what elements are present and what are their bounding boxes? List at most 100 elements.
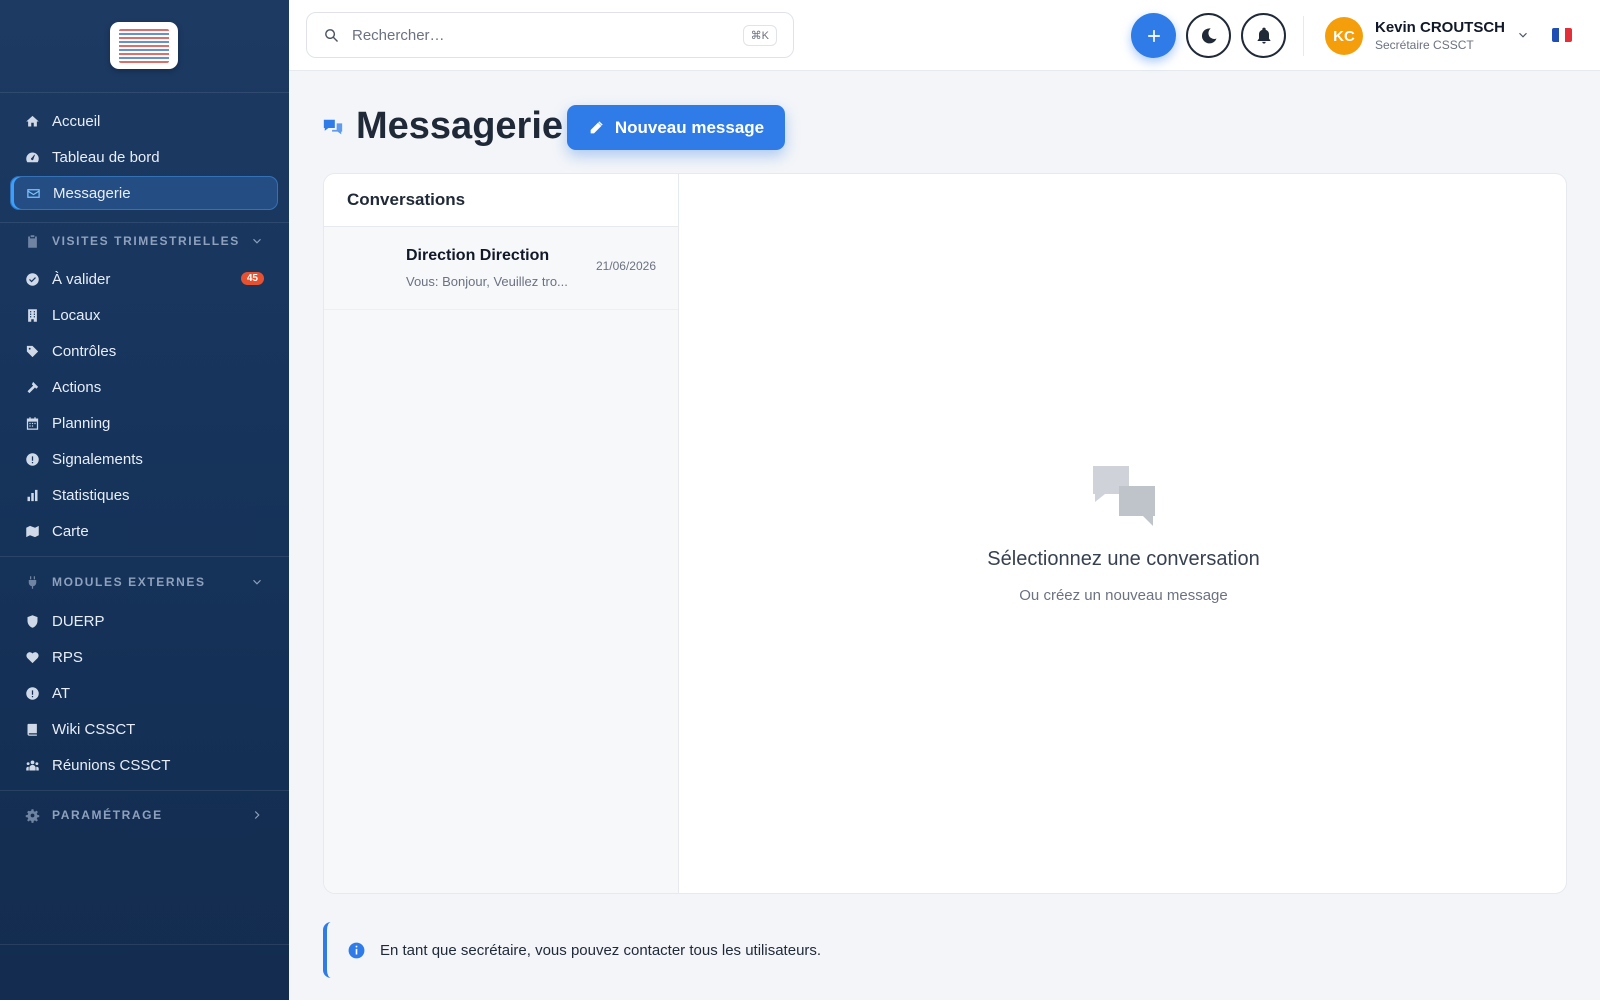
sidebar-item-label: Statistiques (52, 486, 130, 504)
chat-bubbles-icon (322, 117, 344, 139)
sidebar-item-statistiques[interactable]: Statistiques (10, 478, 278, 512)
sidebar-item-label: Locaux (52, 306, 101, 324)
sidebar-item-label: À valider (52, 270, 111, 288)
sidebar-item-label: DUERP (52, 612, 105, 630)
gear-icon (23, 806, 41, 824)
sidebar-item-at[interactable]: AT (10, 676, 278, 710)
sidebar-divider (0, 92, 289, 93)
app-logo[interactable] (110, 22, 178, 69)
section-label: VISITES TRIMESTRIELLES (52, 234, 240, 248)
chevron-down-icon (250, 575, 264, 589)
section-modules-externes[interactable]: MODULES EXTERNES (10, 567, 278, 597)
sidebar-item-label: Accueil (52, 112, 101, 130)
page-title: Messagerie (356, 105, 564, 147)
dark-mode-toggle[interactable] (1186, 13, 1231, 58)
search-box[interactable]: ⌘K (306, 12, 794, 58)
empty-state-subtitle: Ou créez un nouveau message (1019, 587, 1228, 604)
moon-icon (1201, 27, 1216, 43)
plus-icon (1147, 29, 1160, 42)
chevron-down-icon (250, 234, 264, 248)
sidebar-item-accueil[interactable]: Accueil (10, 104, 278, 138)
user-role: Secrétaire CSSCT (1375, 38, 1474, 52)
sidebar-item-duerp[interactable]: DUERP (10, 604, 278, 638)
check-circle-icon (23, 270, 41, 288)
plug-icon (23, 573, 41, 591)
avatar (347, 249, 383, 285)
new-message-button[interactable]: Nouveau message (567, 105, 785, 150)
conversation-name: Direction Direction (406, 247, 550, 264)
building-icon (23, 306, 41, 324)
sidebar-item-tableau-de-bord[interactable]: Tableau de bord (10, 140, 278, 174)
chevron-right-icon (250, 808, 264, 822)
sidebar-item-label: AT (52, 684, 71, 702)
section-label: MODULES EXTERNES (52, 575, 206, 589)
info-text: En tant que secrétaire, vous pouvez cont… (380, 941, 822, 959)
topbar: ⌘K KC Kevin CROUTSCH Secrétaire CSSCT (289, 0, 1600, 71)
sidebar-divider (0, 790, 289, 791)
count-badge: 45 (240, 272, 264, 285)
info-banner: En tant que secrétaire, vous pouvez cont… (323, 922, 1567, 978)
conversations-list: Conversations Direction Direction Vous: … (324, 174, 679, 893)
sidebar-divider (0, 556, 289, 557)
pencil-icon (590, 120, 603, 133)
envelope-icon (24, 184, 42, 202)
hammer-icon (23, 378, 41, 396)
chevron-down-icon[interactable] (1516, 28, 1530, 42)
sidebar-item-controles[interactable]: Contrôles (10, 334, 278, 368)
home-icon (23, 112, 41, 130)
book-icon (23, 720, 41, 738)
sidebar-item-messagerie[interactable]: Messagerie (10, 176, 278, 210)
topbar-divider (1303, 16, 1304, 56)
list-item[interactable]: Direction Direction Vous: Bonjour, Veuil… (324, 227, 678, 310)
conversation-date: 21/06/2026 (595, 259, 656, 273)
sidebar-item-label: Messagerie (53, 184, 131, 202)
sidebar-item-label: Planning (52, 414, 111, 432)
sidebar-item-reunions-cssct[interactable]: Réunions CSSCT (10, 748, 278, 782)
section-parametrage[interactable]: PARAMÉTRAGE (10, 800, 278, 830)
sidebar-item-rps[interactable]: RPS (10, 640, 278, 674)
sidebar-item-label: Contrôles (52, 342, 117, 360)
empty-state-title: Sélectionnez une conversation (987, 548, 1260, 570)
conversations-header: Conversations (324, 174, 678, 227)
sidebar-item-wiki-cssct[interactable]: Wiki CSSCT (10, 712, 278, 746)
sidebar-item-locaux[interactable]: Locaux (10, 298, 278, 332)
sidebar-item-label: Tableau de bord (52, 148, 160, 166)
sidebar-item-label: Réunions CSSCT (52, 756, 171, 774)
tag-icon (23, 342, 41, 360)
avatar[interactable]: KC (1325, 17, 1363, 55)
add-button[interactable] (1131, 13, 1176, 58)
sidebar-divider (0, 222, 289, 223)
heart-icon (23, 648, 41, 666)
sidebar-item-label: RPS (52, 648, 83, 666)
info-icon (348, 942, 365, 958)
sidebar-item-label: Actions (52, 378, 102, 396)
alert-icon (23, 684, 41, 702)
shield-icon (23, 612, 41, 630)
logo-image (119, 28, 169, 63)
map-icon (23, 522, 41, 540)
new-message-label: Nouveau message (614, 117, 765, 137)
conversation-preview: Vous: Bonjour, Veuillez tro... (406, 274, 568, 289)
empty-state: Sélectionnez une conversation Ou créez u… (679, 174, 1566, 893)
sidebar-divider (0, 944, 289, 945)
alert-icon (23, 450, 41, 468)
sidebar-item-signalements[interactable]: Signalements (10, 442, 278, 476)
notifications-button[interactable] (1241, 13, 1286, 58)
users-icon (23, 756, 41, 774)
search-icon (325, 28, 339, 42)
sidebar: Accueil Tableau de bord Messagerie VISIT… (0, 0, 289, 1000)
search-input[interactable] (352, 26, 732, 44)
clipboard-icon (23, 232, 41, 250)
section-visites-trimestrielles[interactable]: VISITES TRIMESTRIELLES (10, 226, 278, 256)
chat-bubbles-icon (1093, 466, 1155, 526)
user-name[interactable]: Kevin CROUTSCH (1375, 19, 1505, 36)
sidebar-item-label: Carte (52, 522, 89, 540)
sidebar-item-a-valider[interactable]: À valider 45 (10, 262, 278, 296)
sidebar-item-label: Wiki CSSCT (52, 720, 136, 738)
sidebar-item-planning[interactable]: Planning (10, 406, 278, 440)
sidebar-item-actions[interactable]: Actions (10, 370, 278, 404)
sidebar-item-carte[interactable]: Carte (10, 514, 278, 548)
french-flag-icon[interactable] (1552, 28, 1572, 42)
bar-chart-icon (23, 486, 41, 504)
calendar-icon (23, 414, 41, 432)
